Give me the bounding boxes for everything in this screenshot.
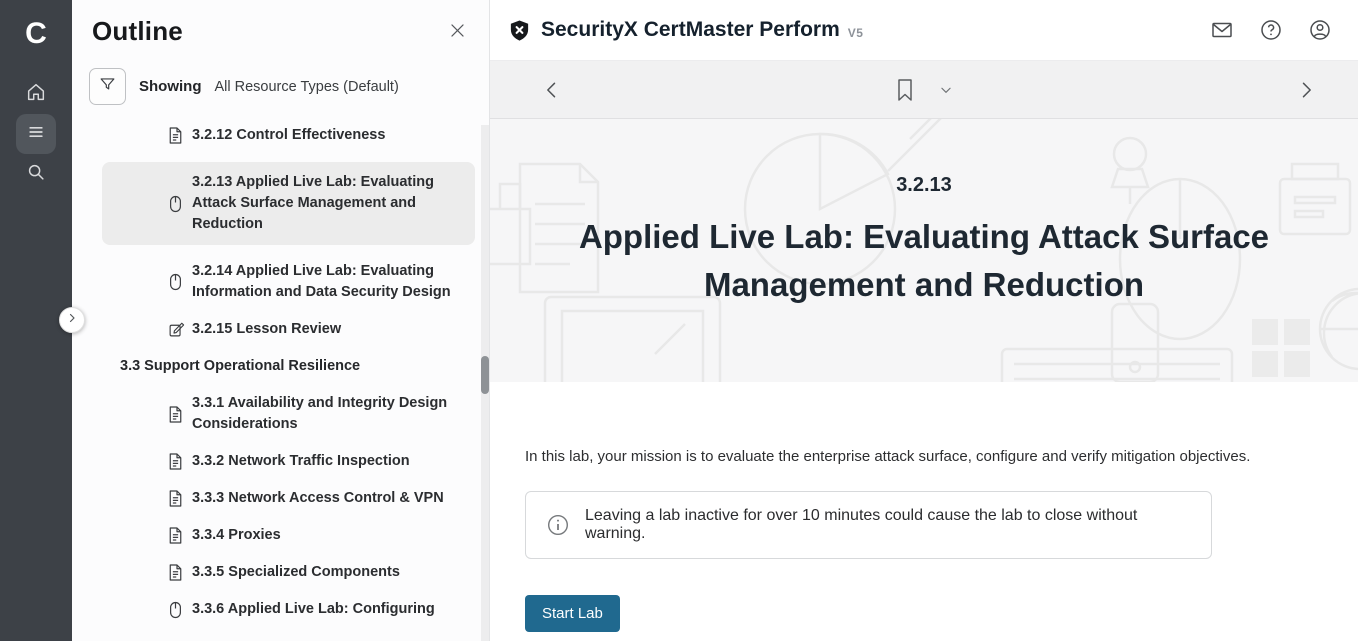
document-icon	[168, 526, 185, 545]
lesson-number: 3.2.13	[490, 119, 1358, 197]
outline-item[interactable]: 3.3.2 Network Traffic Inspection	[102, 451, 475, 472]
outline-panel-title: Outline	[92, 16, 183, 47]
outline-section-header: 3.3 Support Operational Resilience	[102, 356, 475, 377]
outline-menu-button[interactable]	[16, 114, 56, 154]
inactivity-warning-box: Leaving a lab inactive for over 10 minut…	[525, 491, 1212, 559]
help-icon	[1259, 18, 1283, 42]
outline-item-label: 3.3.4 Proxies	[192, 525, 281, 546]
account-button[interactable]	[1308, 18, 1332, 42]
document-icon	[168, 563, 185, 582]
outline-item-label: 3.2.15 Lesson Review	[192, 319, 341, 340]
panel-collapse-toggle[interactable]	[59, 307, 85, 333]
app-window: C	[0, 0, 1358, 641]
mail-button[interactable]	[1210, 18, 1234, 42]
chevron-right-icon	[66, 311, 78, 329]
lesson-description: In this lab, your mission is to evaluate…	[525, 448, 1318, 465]
outline-item[interactable]: 3.3.3 Network Access Control & VPN	[102, 488, 475, 509]
outline-item-label: 3.2.13 Applied Live Lab: Evaluating Atta…	[192, 172, 465, 235]
app-version-badge: V5	[848, 21, 864, 40]
close-outline-button[interactable]	[448, 21, 467, 45]
close-icon	[448, 27, 467, 44]
app-header: SecurityX CertMaster Perform V5	[490, 0, 1358, 61]
outline-item-label: 3.2.12 Control Effectiveness	[192, 125, 385, 146]
info-icon	[546, 513, 570, 537]
main-content: SecurityX CertMaster Perform V5	[490, 0, 1358, 641]
outline-item[interactable]: 3.2.14 Applied Live Lab: Evaluating Info…	[102, 261, 475, 303]
outline-item-label: 3.3.2 Network Traffic Inspection	[192, 451, 410, 472]
document-icon	[168, 489, 185, 508]
chevron-down-icon	[939, 83, 953, 97]
outline-item-label: 3.3.3 Network Access Control & VPN	[192, 488, 444, 509]
lab-icon	[168, 272, 185, 292]
outline-scrollbar-thumb[interactable]	[481, 356, 489, 394]
outline-item[interactable]: 3.3.1 Availability and Integrity Design …	[102, 393, 475, 435]
outline-item-label: 3.3.1 Availability and Integrity Design …	[192, 393, 465, 435]
shield-x-icon	[508, 19, 531, 42]
start-lab-button[interactable]: Start Lab	[525, 595, 620, 632]
outline-list: 3.2.12 Control Effectiveness 3.2.13 Appli…	[72, 125, 489, 620]
outline-item[interactable]: 3.3.4 Proxies	[102, 525, 475, 546]
lesson-hero-banner: 3.2.13 Applied Live Lab: Evaluating Atta…	[490, 119, 1358, 382]
outline-item[interactable]: 3.2.12 Control Effectiveness	[102, 125, 475, 146]
outline-panel: Outline Showing All Resource Types (Defa…	[72, 0, 490, 641]
document-icon	[168, 405, 185, 424]
lesson-toolbar	[490, 61, 1358, 119]
bookmark-button[interactable]	[895, 78, 915, 102]
previous-page-button[interactable]	[542, 80, 562, 100]
outline-item[interactable]: 3.3.6 Applied Live Lab: Configuring	[102, 599, 475, 620]
help-button[interactable]	[1259, 18, 1283, 42]
home-button[interactable]	[16, 74, 56, 114]
bookmark-menu-button[interactable]	[939, 83, 953, 97]
search-button[interactable]	[16, 154, 56, 194]
icon-rail: C	[0, 0, 72, 641]
home-icon	[25, 81, 47, 108]
lesson-body: In this lab, your mission is to evaluate…	[490, 382, 1358, 632]
back-icon	[542, 80, 562, 100]
app-title: SecurityX CertMaster Perform	[541, 18, 840, 42]
menu-icon	[26, 122, 46, 147]
document-icon	[168, 452, 185, 471]
next-icon	[1296, 80, 1316, 100]
outline-item[interactable]: 3.3.5 Specialized Components	[102, 562, 475, 583]
bookmark-icon	[895, 78, 915, 102]
filter-current-value: All Resource Types (Default)	[215, 79, 399, 95]
outline-item-label: 3.3 Support Operational Resilience	[120, 356, 360, 377]
outline-item-label: 3.2.14 Applied Live Lab: Evaluating Info…	[192, 261, 465, 303]
inactivity-warning-text: Leaving a lab inactive for over 10 minut…	[585, 507, 1191, 543]
search-icon	[25, 161, 47, 188]
outline-item[interactable]: 3.2.15 Lesson Review	[102, 319, 475, 340]
document-icon	[168, 126, 185, 145]
lab-icon	[168, 600, 185, 620]
outline-item-label: 3.3.5 Specialized Components	[192, 562, 400, 583]
account-icon	[1308, 18, 1332, 42]
review-icon	[168, 321, 185, 338]
next-page-button[interactable]	[1296, 80, 1316, 100]
lab-icon	[168, 194, 185, 214]
lesson-title: Applied Live Lab: Evaluating Attack Surf…	[529, 213, 1319, 309]
mail-icon	[1210, 18, 1234, 42]
outline-item-selected[interactable]: 3.2.13 Applied Live Lab: Evaluating Atta…	[102, 162, 475, 245]
filter-funnel-icon	[98, 75, 117, 99]
filter-button[interactable]	[89, 68, 126, 105]
filter-showing-label: Showing	[139, 78, 202, 95]
comptia-logo: C	[25, 12, 47, 56]
outline-item-label: 3.3.6 Applied Live Lab: Configuring	[192, 599, 435, 620]
